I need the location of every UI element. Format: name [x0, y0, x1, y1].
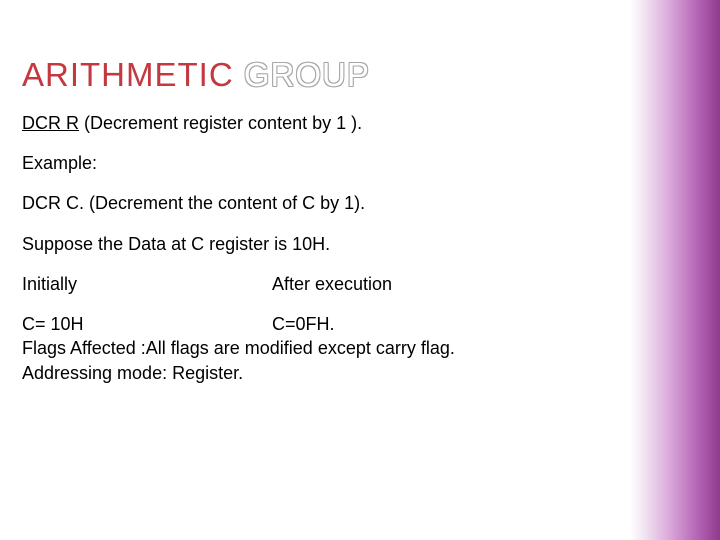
c-after-value: C=0FH.: [272, 312, 612, 336]
addressing-mode: Addressing mode: Register.: [22, 361, 612, 385]
instruction-mnemonic: DCR R: [22, 113, 79, 133]
title-word-filled: ARITHMETIC: [22, 56, 234, 93]
result-block: C= 10H C=0FH. Flags Affected :All flags …: [22, 312, 612, 385]
c-before-value: C= 10H: [22, 312, 272, 336]
flags-affected: Flags Affected :All flags are modified e…: [22, 336, 612, 360]
example-label: Example:: [22, 151, 612, 175]
example-instruction: DCR C. (Decrement the content of C by 1)…: [22, 191, 612, 215]
instruction-description: (Decrement register content by 1 ).: [79, 113, 362, 133]
slide: ARITHMETIC GROUP DCR R (Decrement regist…: [0, 0, 720, 540]
state-header-row: Initially After execution: [22, 272, 612, 296]
initially-label: Initially: [22, 272, 272, 296]
side-gradient: [630, 0, 720, 540]
content-area: ARITHMETIC GROUP DCR R (Decrement regist…: [0, 0, 620, 385]
after-execution-label: After execution: [272, 272, 612, 296]
title-word-outlined: GROUP: [244, 56, 370, 93]
suppose-line: Suppose the Data at C register is 10H.: [22, 232, 612, 256]
slide-body: DCR R (Decrement register content by 1 )…: [22, 111, 612, 385]
instruction-line: DCR R (Decrement register content by 1 )…: [22, 111, 612, 135]
slide-title: ARITHMETIC GROUP: [22, 58, 612, 93]
